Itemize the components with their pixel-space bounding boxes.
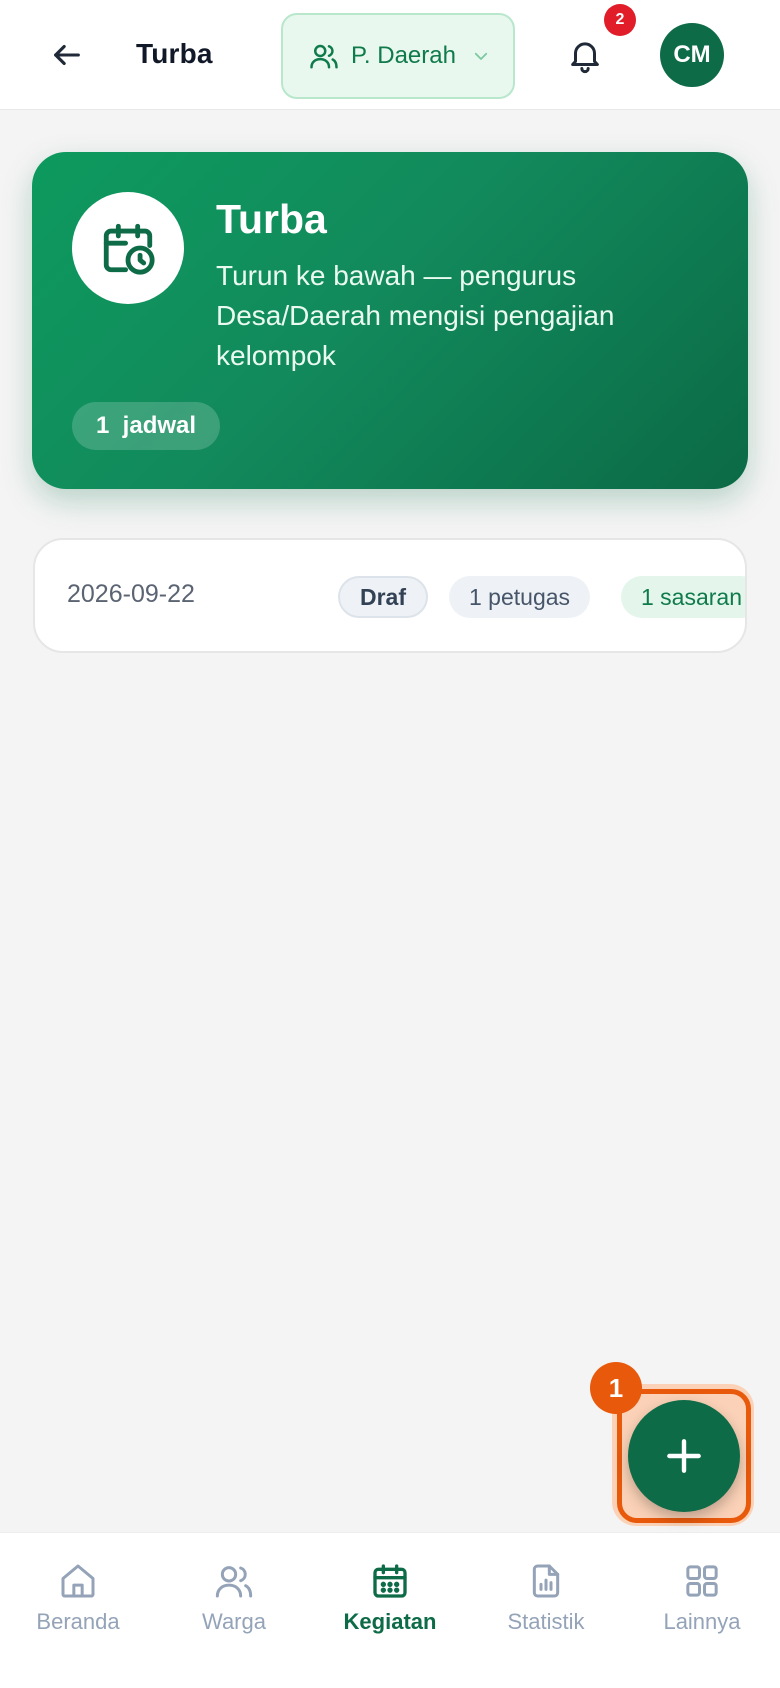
schedule-count-chip: 1 jadwal [72,402,221,450]
back-button[interactable] [42,30,92,80]
nav-item-beranda[interactable]: Beranda [8,1557,148,1647]
bell-icon [571,42,599,74]
hero-icon-badge [72,192,184,304]
region-selector[interactable]: P. Daerah [281,13,515,99]
nav-item-warga[interactable]: Warga [164,1557,304,1647]
report-chart-icon [532,1564,560,1598]
calendar-clock-icon [103,223,155,275]
user-avatar[interactable]: CM [660,23,724,87]
officer-count-badge: 1 petugas [449,576,591,618]
schedule-count-label: 1 jadwal [96,412,197,439]
bottom-navigation: Beranda Warga Kegiatan Statistik Lainnya [0,1532,780,1688]
nav-label-kegiatan: Kegiatan [343,1609,437,1634]
grid-icon [686,1565,718,1597]
calendar-icon [373,1564,407,1598]
nav-label-beranda: Beranda [36,1609,120,1634]
users-icon [310,44,338,69]
nav-item-statistik[interactable]: Statistik [476,1557,616,1647]
status-badge: Draf [338,576,429,618]
chevron-down-icon [474,52,488,60]
nav-label-lainnya: Lainnya [663,1609,741,1634]
target-count-badge: 1 sasaran [621,576,745,618]
region-selector-label: P. Daerah [351,42,456,69]
page-title: Turba [136,38,213,69]
annotation-marker: 1 [590,1362,642,1414]
nav-label-statistik: Statistik [507,1609,585,1634]
notification-count-badge: 2 [604,4,636,36]
users-icon [215,1566,253,1598]
schedule-date: 2026-09-22 [67,580,195,608]
hero-title: Turba [216,196,327,242]
add-schedule-button[interactable] [628,1400,740,1512]
plus-icon [667,1439,701,1473]
schedule-list-item[interactable]: 2026-09-22 Draf 1 petugas 1 sasaran [33,538,747,653]
arrow-left-icon [54,44,80,66]
notifications-button[interactable] [560,30,610,80]
home-icon [61,1564,95,1598]
hero-description: Turun ke bawah — pengurus Desa/Daerah me… [216,260,615,371]
nav-label-warga: Warga [202,1609,266,1634]
nav-item-lainnya[interactable]: Lainnya [632,1557,772,1647]
activity-hero-card: Turba Turun ke bawah — pengurus Desa/Dae… [32,152,748,489]
nav-item-kegiatan[interactable]: Kegiatan [320,1557,460,1647]
top-app-bar: Turba P. Daerah 2 CM [0,0,780,110]
